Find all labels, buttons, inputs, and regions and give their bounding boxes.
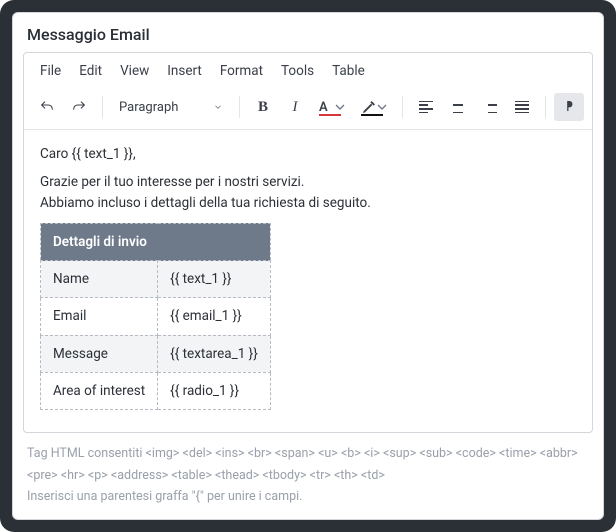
body-line-2: Abbiamo incluso i dettagli della tua ric… — [40, 193, 576, 213]
align-left-icon — [419, 101, 433, 113]
menu-format[interactable]: Format — [212, 59, 271, 83]
allowed-tags-hint: Tag HTML consentiti <img> <del> <ins> <b… — [27, 443, 589, 486]
window-frame: Messaggio Email File Edit View Insert Fo… — [0, 0, 616, 532]
italic-button[interactable]: I — [280, 93, 310, 121]
hints-area: Tag HTML consentiti <img> <del> <ins> <b… — [13, 433, 603, 519]
cell-key: Area of interest — [41, 372, 158, 409]
toolbar-divider — [102, 96, 103, 118]
table-row: Message{{ textarea_1 }} — [41, 335, 271, 372]
redo-button[interactable] — [64, 93, 94, 121]
text-color-button[interactable]: A — [312, 93, 352, 121]
table-row: Name{{ text_1 }} — [41, 261, 271, 298]
merge-fields-hint: Inserisci una parentesi graffa "{" per u… — [27, 486, 589, 507]
bold-button[interactable]: B — [248, 93, 278, 121]
cell-value: {{ email_1 }} — [158, 298, 271, 335]
redo-icon — [71, 99, 87, 115]
cell-value: {{ text_1 }} — [158, 261, 271, 298]
cell-key: Name — [41, 261, 158, 298]
menu-view[interactable]: View — [112, 59, 157, 83]
toolbar-divider — [239, 96, 240, 118]
align-justify-icon — [515, 101, 529, 113]
chevron-down-icon — [374, 99, 390, 115]
details-table-header: Dettagli di invio — [41, 223, 271, 260]
cell-value: {{ radio_1 }} — [158, 372, 271, 409]
toolbar-divider — [402, 96, 403, 118]
toolbar: Paragraph B I A — [24, 89, 592, 130]
details-table: Dettagli di invio Name{{ text_1 }} Email… — [40, 223, 271, 410]
menu-table[interactable]: Table — [324, 59, 373, 83]
menu-insert[interactable]: Insert — [159, 59, 210, 83]
cell-key: Message — [41, 335, 158, 372]
greeting-text: Caro {{ text_1 }}, — [40, 144, 576, 164]
menu-tools[interactable]: Tools — [273, 59, 322, 83]
undo-button[interactable] — [32, 93, 62, 121]
block-format-label: Paragraph — [119, 100, 178, 115]
menu-edit[interactable]: Edit — [71, 59, 110, 83]
cell-value: {{ textarea_1 }} — [158, 335, 271, 372]
menubar: File Edit View Insert Format Tools Table — [24, 53, 592, 89]
align-right-icon — [483, 101, 497, 113]
body-line-1: Grazie per il tuo interesse per i nostri… — [40, 172, 576, 192]
align-left-button[interactable] — [411, 93, 441, 121]
email-editor-panel: Messaggio Email File Edit View Insert Fo… — [12, 12, 604, 520]
toolbar-divider — [545, 96, 546, 118]
bold-icon: B — [258, 99, 268, 116]
panel-title: Messaggio Email — [13, 13, 603, 52]
editor-content[interactable]: Caro {{ text_1 }}, Grazie per il tuo int… — [24, 130, 592, 432]
chevron-down-icon — [332, 99, 348, 115]
align-center-button[interactable] — [443, 93, 473, 121]
align-right-button[interactable] — [475, 93, 505, 121]
rich-text-editor: File Edit View Insert Format Tools Table — [23, 52, 593, 433]
table-row: Area of interest{{ radio_1 }} — [41, 372, 271, 409]
table-row: Email{{ email_1 }} — [41, 298, 271, 335]
cell-key: Email — [41, 298, 158, 335]
pilcrow-icon: ¶ — [566, 99, 573, 115]
align-center-icon — [451, 101, 465, 113]
block-format-select[interactable]: Paragraph — [111, 93, 231, 121]
undo-icon — [39, 99, 55, 115]
show-invisibles-button[interactable]: ¶ — [554, 93, 584, 121]
menu-file[interactable]: File — [32, 59, 69, 83]
highlight-color-button[interactable] — [354, 93, 394, 121]
align-justify-button[interactable] — [507, 93, 537, 121]
text-color-icon: A — [319, 100, 328, 115]
italic-icon: I — [293, 99, 298, 116]
chevron-down-icon — [213, 102, 223, 112]
